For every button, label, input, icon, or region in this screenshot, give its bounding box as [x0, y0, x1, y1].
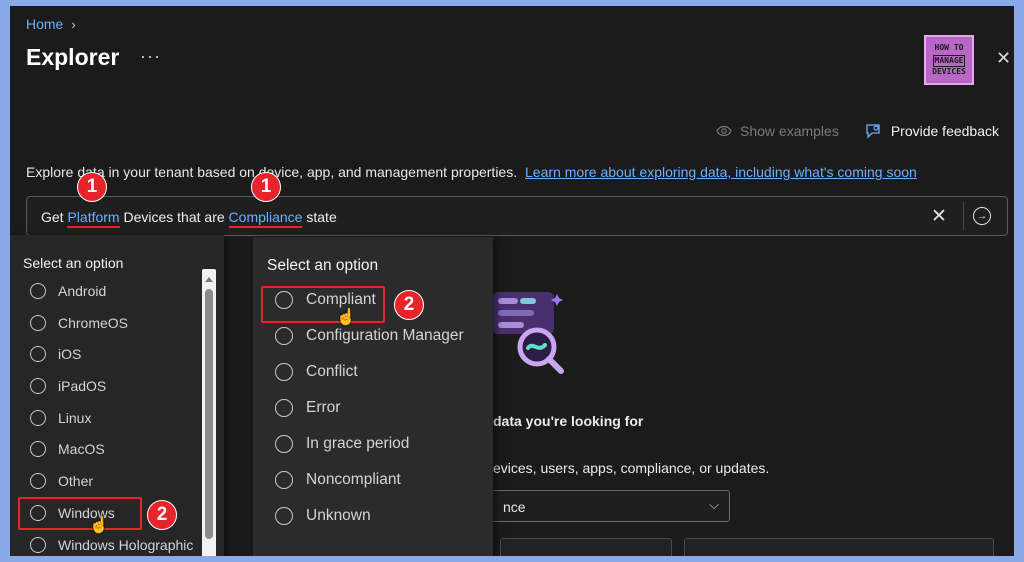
platform-option-linux[interactable]: Linux — [30, 410, 91, 426]
arrow-right-circle-icon[interactable]: → — [973, 207, 991, 225]
compliance-option-configuration-manager[interactable]: Configuration Manager — [275, 327, 464, 345]
option-label: iOS — [58, 346, 82, 362]
option-label: Android — [58, 283, 107, 299]
platform-option-other[interactable]: Other — [30, 473, 93, 489]
compliance-option-error[interactable]: Error — [275, 399, 340, 417]
example-card-1[interactable] — [500, 538, 672, 556]
platform-option-macos[interactable]: MacOS — [30, 441, 105, 457]
platform-option-chromeos[interactable]: ChromeOS — [30, 315, 128, 331]
empty-state-subtext: evices, users, apps, compliance, or upda… — [493, 460, 770, 476]
toolbar: Show examples Provide feedback — [716, 123, 999, 139]
platform-token[interactable]: Platform — [67, 209, 120, 228]
option-label: Linux — [58, 410, 92, 426]
radio-button-icon[interactable] — [30, 410, 46, 426]
option-label: In grace period — [306, 435, 410, 452]
scroll-thumb[interactable] — [205, 289, 213, 539]
page-title: Explorer — [26, 44, 120, 70]
annotation-badge-2-compliant: 2 — [394, 290, 424, 320]
page-description: Explore data in your tenant based on dev… — [26, 164, 917, 180]
radio-button-icon[interactable] — [30, 473, 46, 489]
compliance-option-conflict[interactable]: Conflict — [275, 363, 358, 381]
option-label: Conflict — [306, 363, 358, 380]
option-label: Noncompliant — [306, 471, 401, 488]
empty-state-heading: data you're looking for — [493, 413, 644, 429]
clear-query-icon[interactable]: ✕ — [931, 205, 947, 228]
category-select[interactable]: nce ⌵ — [480, 490, 730, 522]
compliance-token[interactable]: Compliance — [228, 209, 303, 228]
explorer-illustration — [492, 292, 564, 374]
platform-option-android[interactable]: Android — [30, 283, 106, 299]
annotation-highlight-windows — [18, 497, 142, 530]
category-select-value: nce — [503, 499, 526, 515]
option-label: Error — [306, 399, 341, 416]
compliance-dropdown-heading: Select an option — [267, 257, 379, 274]
radio-button-icon[interactable] — [275, 363, 293, 381]
platform-dropdown: Select an option Android ChromeOS iOS iP… — [10, 235, 224, 556]
query-bar[interactable]: Get Platform Devices that are Compliance… — [26, 196, 1008, 236]
radio-button-icon[interactable] — [275, 435, 293, 453]
close-icon[interactable]: ✕ — [996, 48, 1011, 69]
radio-button-icon[interactable] — [30, 378, 46, 394]
option-label: Other — [58, 473, 94, 489]
platform-option-windows-holographic[interactable]: Windows Holographic — [30, 537, 193, 553]
chevron-right-icon: › — [71, 16, 76, 32]
logo-line-3: DEVICES — [932, 67, 966, 76]
query-get: Get — [41, 209, 64, 225]
breadcrumb: Home › — [26, 16, 76, 32]
provide-feedback-button[interactable]: Provide feedback — [865, 123, 999, 139]
query-divider — [963, 202, 964, 230]
example-card-2[interactable] — [684, 538, 994, 556]
hand-cursor-icon: ☝ — [336, 309, 356, 326]
query-text: Get Platform Devices that are Compliance… — [41, 209, 337, 228]
compliance-dropdown: Select an option Compliant Configuration… — [253, 237, 493, 556]
compliance-option-unknown[interactable]: Unknown — [275, 507, 371, 525]
option-label: Windows Holographic — [58, 537, 194, 553]
platform-option-ipados[interactable]: iPadOS — [30, 378, 106, 394]
eye-icon — [716, 125, 732, 137]
provide-feedback-label: Provide feedback — [890, 123, 1000, 139]
logo-line-2: MANAGE — [932, 55, 966, 67]
radio-button-icon[interactable] — [275, 507, 293, 525]
compliance-option-in-grace-period[interactable]: In grace period — [275, 435, 409, 453]
option-label: iPadOS — [58, 378, 107, 394]
radio-button-icon[interactable] — [30, 315, 46, 331]
annotation-badge-2-windows: 2 — [147, 500, 177, 530]
radio-button-icon[interactable] — [30, 283, 46, 299]
explorer-window: Home › Explorer ··· HOW TO MANAGE DEVICE… — [10, 6, 1014, 556]
how-to-manage-devices-logo: HOW TO MANAGE DEVICES — [924, 35, 974, 85]
compliance-option-noncompliant[interactable]: Noncompliant — [275, 471, 401, 489]
breadcrumb-home[interactable]: Home — [26, 16, 63, 32]
annotation-highlight-compliant — [261, 286, 385, 323]
option-label: MacOS — [58, 441, 105, 457]
radio-button-icon[interactable] — [30, 537, 46, 553]
radio-button-icon[interactable] — [275, 399, 293, 417]
option-label: Configuration Manager — [306, 327, 464, 344]
scroll-up-icon[interactable] — [205, 277, 213, 282]
radio-button-icon[interactable] — [275, 471, 293, 489]
option-label: ChromeOS — [58, 315, 129, 331]
hand-cursor-icon: ☝ — [89, 517, 109, 534]
platform-dropdown-scrollbar[interactable] — [202, 269, 216, 556]
radio-button-icon[interactable] — [275, 327, 293, 345]
chevron-down-icon: ⌵ — [709, 497, 719, 512]
radio-button-icon[interactable] — [30, 441, 46, 457]
query-devices-that-are: Devices that are — [123, 209, 225, 225]
more-options-button[interactable]: ··· — [140, 46, 161, 67]
annotation-badge-1-platform: 1 — [77, 172, 107, 202]
radio-button-icon[interactable] — [30, 346, 46, 362]
logo-line-1: HOW TO — [934, 43, 964, 52]
option-label: Unknown — [306, 507, 371, 524]
feedback-icon — [866, 124, 880, 139]
show-examples-label: Show examples — [740, 123, 839, 139]
platform-dropdown-heading: Select an option — [23, 255, 124, 271]
query-state: state — [306, 209, 337, 225]
platform-option-ios[interactable]: iOS — [30, 346, 81, 362]
learn-more-link[interactable]: Learn more about exploring data, includi… — [525, 164, 917, 180]
annotation-badge-1-compliance: 1 — [251, 172, 281, 202]
show-examples-button[interactable]: Show examples — [716, 123, 839, 139]
